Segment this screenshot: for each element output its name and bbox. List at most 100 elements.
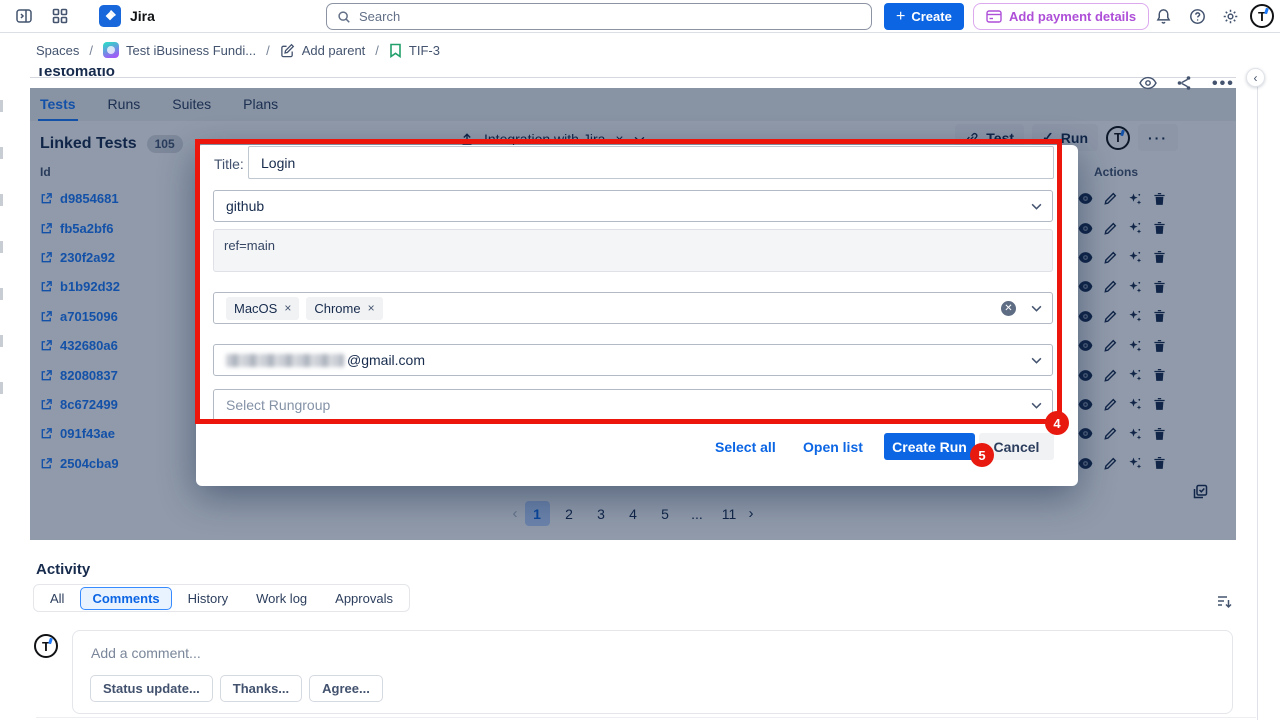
share-icon[interactable] bbox=[1176, 75, 1192, 91]
view-eye-icon[interactable] bbox=[1078, 457, 1093, 470]
edit-pencil-icon[interactable] bbox=[1104, 251, 1117, 264]
edit-pencil-icon[interactable] bbox=[1104, 280, 1117, 293]
remove-tag-icon[interactable]: × bbox=[368, 301, 375, 315]
create-run-button[interactable]: Create Run bbox=[884, 433, 975, 460]
edit-pencil-icon[interactable] bbox=[1104, 398, 1117, 411]
panel-tab[interactable]: Tests bbox=[38, 88, 78, 121]
pagination-page[interactable]: ... bbox=[685, 501, 710, 526]
delete-trash-icon[interactable] bbox=[1153, 221, 1166, 235]
test-id-link[interactable]: d9854681 bbox=[40, 191, 119, 206]
pagination-page[interactable]: 11 bbox=[717, 501, 742, 526]
settings-gear-icon[interactable] bbox=[1218, 4, 1242, 28]
pagination-prev-icon[interactable]: ‹ bbox=[513, 505, 518, 522]
more-actions-icon[interactable]: ••• bbox=[1212, 75, 1235, 93]
activity-tab[interactable]: Approvals bbox=[323, 587, 405, 610]
sidebar-toggle-icon[interactable] bbox=[12, 4, 36, 28]
test-id-link[interactable]: 091f43ae bbox=[40, 426, 115, 441]
testomatio-logo[interactable]: T bbox=[1106, 126, 1130, 150]
panel-tab[interactable]: Runs bbox=[106, 88, 143, 121]
pagination-page[interactable]: 1 bbox=[525, 501, 550, 526]
watch-eye-icon[interactable] bbox=[1139, 75, 1157, 91]
test-id-link[interactable]: 82080837 bbox=[40, 368, 118, 383]
view-eye-icon[interactable] bbox=[1078, 369, 1093, 382]
activity-tab[interactable]: All bbox=[38, 587, 76, 610]
params-textarea[interactable]: ref=main bbox=[213, 229, 1053, 272]
rungroup-select[interactable]: Select Rungroup bbox=[213, 389, 1053, 421]
test-id-link[interactable]: a7015096 bbox=[40, 309, 118, 324]
pagination-page[interactable]: 2 bbox=[557, 501, 582, 526]
delete-trash-icon[interactable] bbox=[1153, 280, 1166, 294]
panel-tab[interactable]: Plans bbox=[241, 88, 280, 121]
ai-sparkles-icon[interactable] bbox=[1128, 427, 1142, 441]
pagination-next-icon[interactable]: › bbox=[749, 505, 754, 522]
ai-sparkles-icon[interactable] bbox=[1128, 339, 1142, 353]
edit-pencil-icon[interactable] bbox=[1104, 192, 1117, 205]
ai-sparkles-icon[interactable] bbox=[1128, 280, 1142, 294]
delete-trash-icon[interactable] bbox=[1153, 250, 1166, 264]
view-eye-icon[interactable] bbox=[1078, 222, 1093, 235]
search-input[interactable] bbox=[359, 9, 861, 24]
ai-sparkles-icon[interactable] bbox=[1128, 456, 1142, 470]
edit-pencil-icon[interactable] bbox=[1104, 369, 1117, 382]
ai-sparkles-icon[interactable] bbox=[1128, 397, 1142, 411]
test-id-link[interactable]: 2504cba9 bbox=[40, 456, 119, 471]
delete-trash-icon[interactable] bbox=[1153, 339, 1166, 353]
add-payment-details-button[interactable]: Add payment details bbox=[973, 3, 1149, 30]
edit-pencil-icon[interactable] bbox=[1104, 339, 1117, 352]
test-id-link[interactable]: 8c672499 bbox=[40, 397, 118, 412]
edit-pencil-icon[interactable] bbox=[1104, 222, 1117, 235]
user-avatar[interactable]: T bbox=[1250, 4, 1274, 28]
quick-reply-button[interactable]: Thanks... bbox=[220, 675, 302, 702]
view-eye-icon[interactable] bbox=[1078, 339, 1093, 352]
notifications-bell-icon[interactable] bbox=[1151, 4, 1175, 28]
sort-order-icon[interactable] bbox=[1216, 593, 1233, 610]
ai-sparkles-icon[interactable] bbox=[1128, 221, 1142, 235]
quick-reply-button[interactable]: Status update... bbox=[90, 675, 213, 702]
test-id-link[interactable]: 230f2a92 bbox=[40, 250, 115, 265]
edit-pencil-icon[interactable] bbox=[1104, 310, 1117, 323]
ai-sparkles-icon[interactable] bbox=[1128, 368, 1142, 382]
edit-pencil-icon[interactable] bbox=[1104, 427, 1117, 440]
view-eye-icon[interactable] bbox=[1078, 427, 1093, 440]
remove-tag-icon[interactable]: × bbox=[284, 301, 291, 315]
breadcrumb-add-parent[interactable]: Add parent bbox=[280, 43, 366, 58]
env-multiselect[interactable]: MacOS × Chrome × ✕ bbox=[213, 292, 1053, 324]
edit-pencil-icon[interactable] bbox=[1104, 457, 1117, 470]
app-switcher-icon[interactable] bbox=[48, 4, 72, 28]
ai-sparkles-icon[interactable] bbox=[1128, 309, 1142, 323]
view-eye-icon[interactable] bbox=[1078, 398, 1093, 411]
test-id-link[interactable]: fb5a2bf6 bbox=[40, 221, 113, 236]
run-title-input[interactable] bbox=[248, 146, 1054, 179]
breadcrumb-spaces[interactable]: Spaces bbox=[36, 43, 79, 58]
pagination-page[interactable]: 5 bbox=[653, 501, 678, 526]
breadcrumb-space[interactable]: Test iBusiness Fundi... bbox=[103, 42, 256, 58]
delete-trash-icon[interactable] bbox=[1153, 397, 1166, 411]
pagination-page[interactable]: 4 bbox=[621, 501, 646, 526]
activity-tab[interactable]: History bbox=[176, 587, 240, 610]
activity-tab[interactable]: Work log bbox=[244, 587, 319, 610]
breadcrumb-issue[interactable]: TIF-3 bbox=[389, 43, 440, 58]
help-icon[interactable] bbox=[1185, 4, 1209, 28]
view-eye-icon[interactable] bbox=[1078, 192, 1093, 205]
ai-sparkles-icon[interactable] bbox=[1128, 250, 1142, 264]
delete-trash-icon[interactable] bbox=[1153, 309, 1166, 323]
jira-logo[interactable] bbox=[98, 4, 122, 28]
create-button[interactable]: + Create bbox=[884, 3, 964, 30]
pagination-page[interactable]: 3 bbox=[589, 501, 614, 526]
test-id-link[interactable]: b1b92d32 bbox=[40, 279, 120, 294]
comment-editor[interactable]: Add a comment... Status update...Thanks.… bbox=[72, 630, 1233, 714]
panel-tab[interactable]: Suites bbox=[170, 88, 213, 121]
ai-sparkles-icon[interactable] bbox=[1128, 192, 1142, 206]
view-eye-icon[interactable] bbox=[1078, 280, 1093, 293]
quick-reply-button[interactable]: Agree... bbox=[309, 675, 383, 702]
activity-tab[interactable]: Comments bbox=[80, 587, 171, 610]
collapse-panel-button[interactable]: ‹ bbox=[1246, 68, 1265, 87]
delete-trash-icon[interactable] bbox=[1153, 456, 1166, 470]
view-eye-icon[interactable] bbox=[1078, 310, 1093, 323]
delete-trash-icon[interactable] bbox=[1153, 427, 1166, 441]
clear-all-icon[interactable]: ✕ bbox=[1001, 301, 1016, 316]
test-id-link[interactable]: 432680a6 bbox=[40, 338, 118, 353]
multi-select-icon[interactable] bbox=[1191, 483, 1209, 501]
delete-trash-icon[interactable] bbox=[1153, 192, 1166, 206]
open-list-link[interactable]: Open list bbox=[803, 439, 863, 455]
